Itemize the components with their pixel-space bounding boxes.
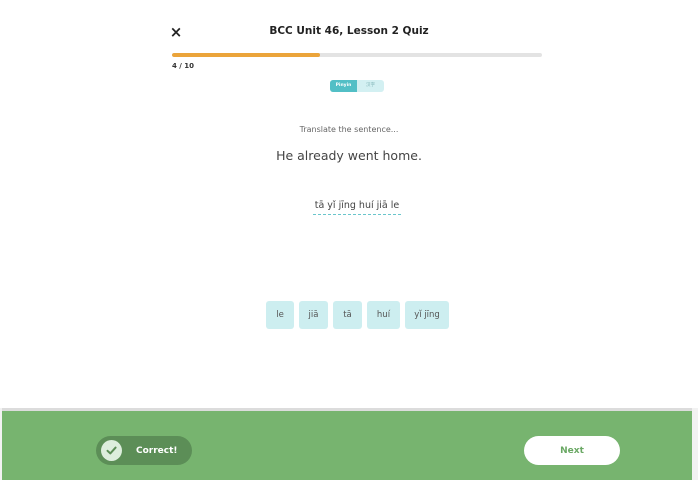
feedback-footer: Correct! Next: [2, 408, 692, 480]
mode-option-characters[interactable]: 汉字: [357, 80, 384, 92]
page-title: BCC Unit 46, Lesson 2 Quiz: [269, 25, 429, 37]
word-chip[interactable]: jiā: [299, 301, 328, 329]
progress-fill: [172, 53, 320, 57]
footer-edge: [692, 408, 698, 480]
script-mode-toggle[interactable]: Pinyin 汉字: [330, 80, 384, 92]
instruction-text: Translate the sentence...: [299, 125, 399, 134]
word-chip[interactable]: huí: [367, 301, 400, 329]
answer-line[interactable]: tā yǐ jīng huí jiā le: [313, 200, 401, 215]
word-chip[interactable]: le: [266, 301, 294, 329]
status-text: Correct!: [136, 445, 178, 456]
check-icon: [101, 440, 122, 461]
word-bank: le jiā tā huí yǐ jīng: [266, 301, 449, 329]
word-chip[interactable]: tā: [333, 301, 362, 329]
next-button[interactable]: Next: [524, 436, 620, 465]
progress-bar: [172, 53, 542, 57]
correct-badge: Correct!: [96, 436, 192, 465]
prompt-sentence: He already went home.: [276, 148, 422, 163]
progress-count: 4 / 10: [172, 62, 195, 70]
word-chip[interactable]: yǐ jīng: [405, 301, 449, 329]
mode-option-pinyin[interactable]: Pinyin: [330, 80, 357, 92]
